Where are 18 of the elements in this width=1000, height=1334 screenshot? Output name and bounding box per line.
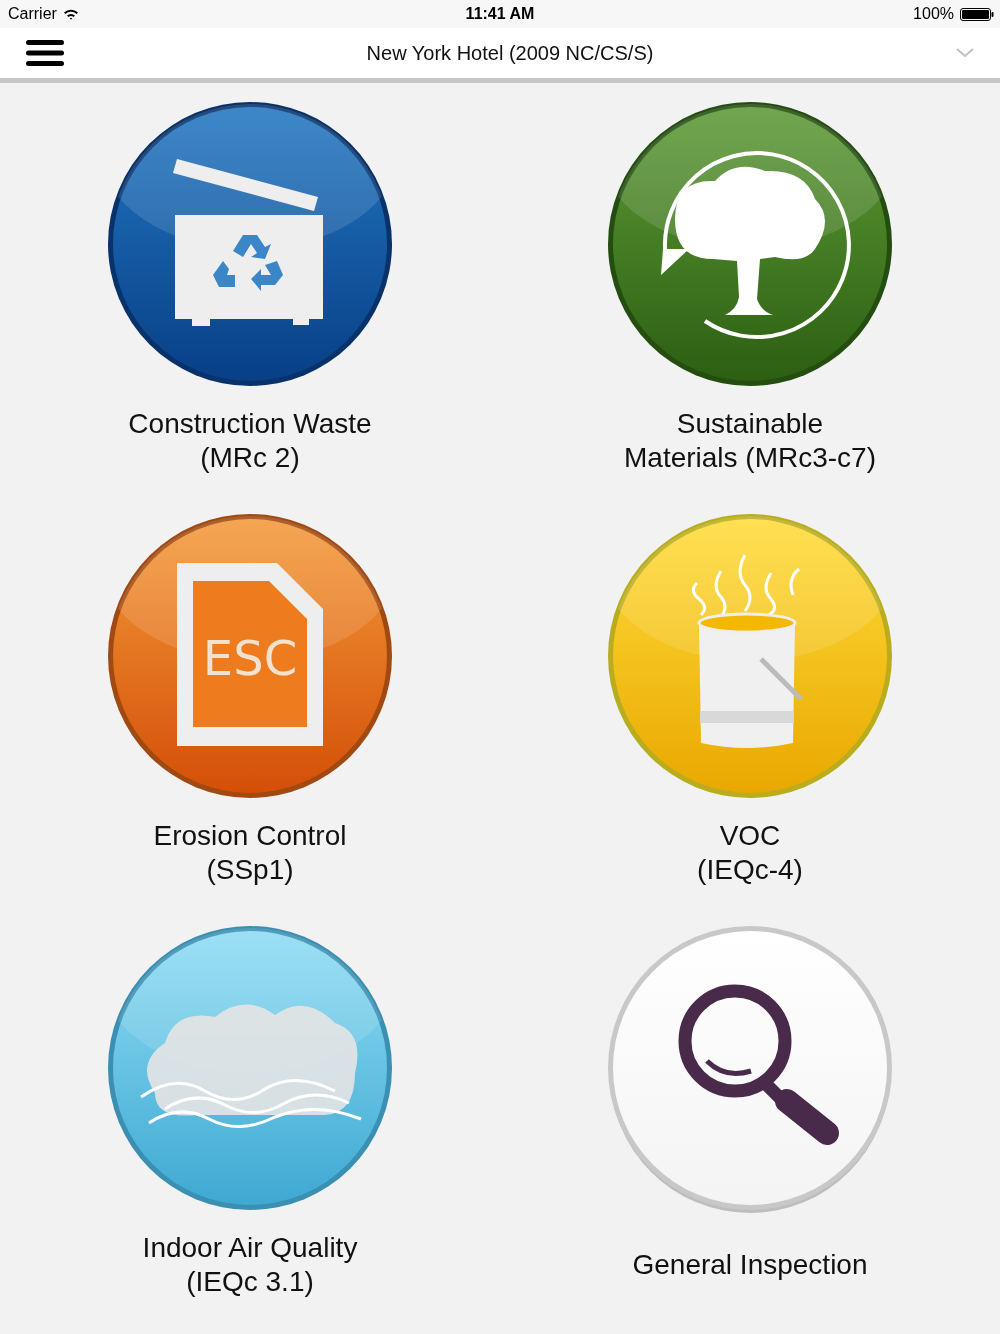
menu-icon[interactable] xyxy=(26,39,64,67)
project-title[interactable]: New York Hotel (2009 NC/CS/S) xyxy=(366,41,654,65)
wifi-icon xyxy=(62,8,79,20)
battery-percent: 100% xyxy=(913,5,954,23)
tile-label[interactable]: Erosion Control (SSp1) xyxy=(153,819,347,887)
icon-label: ESC xyxy=(202,630,298,686)
battery-icon xyxy=(960,7,994,21)
dumpster-icon[interactable] xyxy=(105,99,395,389)
tile-label[interactable]: Indoor Air Quality (IEQc 3.1) xyxy=(142,1231,358,1299)
tile-label[interactable]: General Inspection xyxy=(632,1231,868,1299)
tree-icon[interactable] xyxy=(605,99,895,389)
tile-label[interactable]: VOC (IEQc-4) xyxy=(697,819,803,887)
search-icon[interactable] xyxy=(605,923,895,1213)
status-time: 11:41 AM xyxy=(465,5,535,23)
tile-label[interactable]: Sustainable Materials (MRc3-c7) xyxy=(624,407,876,475)
tile-label[interactable]: Construction Waste (MRc 2) xyxy=(128,407,372,475)
cloud-icon[interactable] xyxy=(105,923,395,1213)
carrier-name: Carrier xyxy=(8,5,57,23)
